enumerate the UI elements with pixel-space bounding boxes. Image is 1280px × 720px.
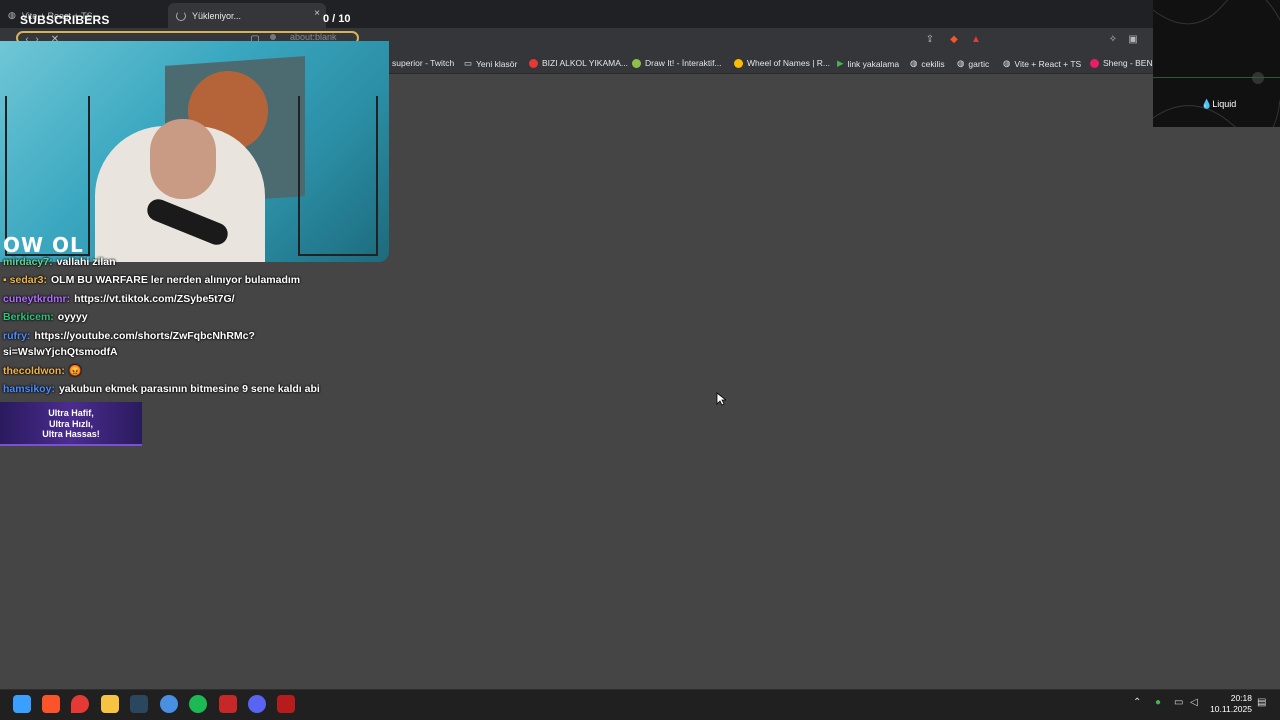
brave-taskbar-icon[interactable] bbox=[42, 695, 60, 713]
webcam-logo: OW OL bbox=[3, 233, 84, 257]
badge-icon: ▪ bbox=[3, 274, 7, 286]
shelf-left bbox=[5, 96, 90, 256]
chat-message: Berkicem: oyyyy bbox=[3, 311, 88, 323]
chat-message: mirdacy7: vallahi zilan bbox=[3, 256, 116, 268]
tab-loading[interactable]: Yükleniyor... × bbox=[168, 3, 326, 28]
tab-label: Yükleniyor... bbox=[192, 10, 242, 21]
clock[interactable]: 20:18 10.11.2025 bbox=[1210, 693, 1252, 715]
bookmark-item[interactable]: ◍ gartic bbox=[957, 58, 989, 69]
microphone-icon[interactable]: ● bbox=[1155, 697, 1161, 708]
app-last-icon[interactable] bbox=[277, 695, 295, 713]
bookmark-item[interactable]: BIZI ALKOL YIKAMA... bbox=[529, 58, 628, 68]
site-icon bbox=[632, 58, 641, 68]
sponsor-line: Ultra Hızlı, bbox=[48, 418, 93, 429]
start-button[interactable] bbox=[13, 695, 31, 713]
bookmark-item[interactable]: ◍ Vite + React + TS bbox=[1003, 58, 1081, 69]
notification-icon[interactable]: ▤ bbox=[1257, 697, 1266, 708]
shelf-right bbox=[298, 96, 378, 256]
globe-icon: ◍ bbox=[910, 58, 918, 68]
discord-icon[interactable] bbox=[248, 695, 266, 713]
chat-message: cuneytkrdmr: https://vt.tiktok.com/ZSybe5… bbox=[3, 293, 235, 305]
sponsor-line: Ultra Hafif, bbox=[48, 408, 94, 418]
clock-date: 10.11.2025 bbox=[1210, 704, 1252, 714]
chat-message: hamsikoy: yakubun ekmek parasının bitmesi… bbox=[3, 383, 320, 395]
share-icon[interactable]: ⇪ bbox=[923, 33, 937, 47]
chat-message: ▪ sedar3: OLM BU WARFARE ler nerden alını… bbox=[3, 274, 301, 286]
tab-close-button[interactable]: × bbox=[314, 8, 320, 19]
file-explorer-icon[interactable] bbox=[101, 695, 119, 713]
globe-icon: ◍ bbox=[957, 58, 965, 68]
network-icon[interactable]: ▭ bbox=[1174, 697, 1183, 708]
app-red-icon[interactable] bbox=[219, 695, 237, 713]
subscribers-label: SUBSCRIBERS bbox=[20, 13, 110, 27]
globe-icon: ◍ bbox=[8, 10, 16, 20]
bookmark-item[interactable]: Sheng - BENZ bbox=[1090, 58, 1158, 68]
bookmark-item[interactable]: Draw It! - İnteraktif... bbox=[632, 58, 722, 68]
chat-message: rufry: https://youtube.com/shorts/ZwFqbcN… bbox=[3, 330, 255, 342]
steam-icon[interactable] bbox=[130, 695, 148, 713]
sidebar-icon[interactable]: ▣ bbox=[1126, 33, 1140, 47]
chevron-up-icon[interactable]: ⌃ bbox=[1133, 697, 1141, 708]
site-icon bbox=[1090, 58, 1099, 68]
chat-message-continued: si=WslwYjchQtsmodfA bbox=[3, 346, 118, 358]
clock-time: 20:18 bbox=[1230, 693, 1252, 703]
globe-icon: ◍ bbox=[1003, 58, 1011, 68]
brave-rewards-icon[interactable]: ▲ bbox=[969, 33, 983, 47]
sponsor-banner: Ultra Hafif, Ultra Hızlı, Ultra Hassas! bbox=[0, 402, 142, 446]
panel-divider bbox=[1153, 77, 1280, 78]
mouse-cursor-icon bbox=[716, 392, 726, 406]
streamer-head bbox=[150, 119, 216, 199]
spotify-icon[interactable] bbox=[189, 695, 207, 713]
subscribers-count: 0 / 10 bbox=[323, 13, 351, 25]
bookmark-item[interactable]: superior - Twitch bbox=[392, 58, 454, 68]
bookmark-item[interactable]: ◍ cekilis bbox=[910, 58, 945, 69]
sponsor-line: Ultra Hassas! bbox=[42, 429, 100, 439]
volume-icon[interactable]: ◁ bbox=[1190, 697, 1198, 708]
webcam-feed: OW OL bbox=[0, 41, 389, 262]
chat-message: thecoldwon: 😡 bbox=[3, 365, 82, 377]
site-icon bbox=[529, 58, 538, 68]
loading-spinner-icon bbox=[176, 10, 186, 21]
brave-shield-icon[interactable]: ◆ bbox=[947, 33, 961, 47]
play-icon: ▶ bbox=[837, 58, 844, 68]
bookmark-folder[interactable]: ▭ Yeni klasör bbox=[464, 58, 517, 69]
maps-taskbar-icon[interactable] bbox=[71, 695, 89, 713]
bookmark-item[interactable]: ▶ link yakalama bbox=[837, 58, 899, 69]
extensions-icon[interactable]: ✧ bbox=[1106, 33, 1120, 47]
bookmark-item[interactable]: Wheel of Names | R... bbox=[734, 58, 830, 68]
site-icon bbox=[734, 58, 743, 68]
app-taskbar-icon[interactable] bbox=[160, 695, 178, 713]
folder-icon: ▭ bbox=[464, 58, 473, 68]
panel-label: 💧Liquid bbox=[1201, 99, 1237, 109]
